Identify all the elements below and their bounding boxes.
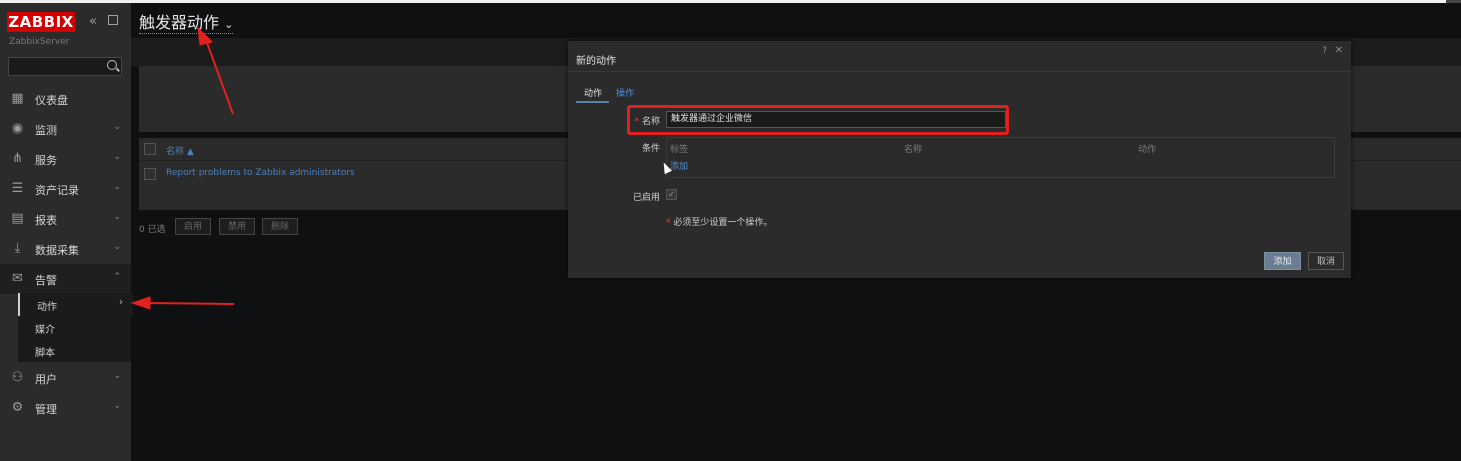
annotation-arrows xyxy=(130,26,235,310)
arrow-to-title xyxy=(197,26,234,115)
arrow-to-actions xyxy=(130,296,235,310)
